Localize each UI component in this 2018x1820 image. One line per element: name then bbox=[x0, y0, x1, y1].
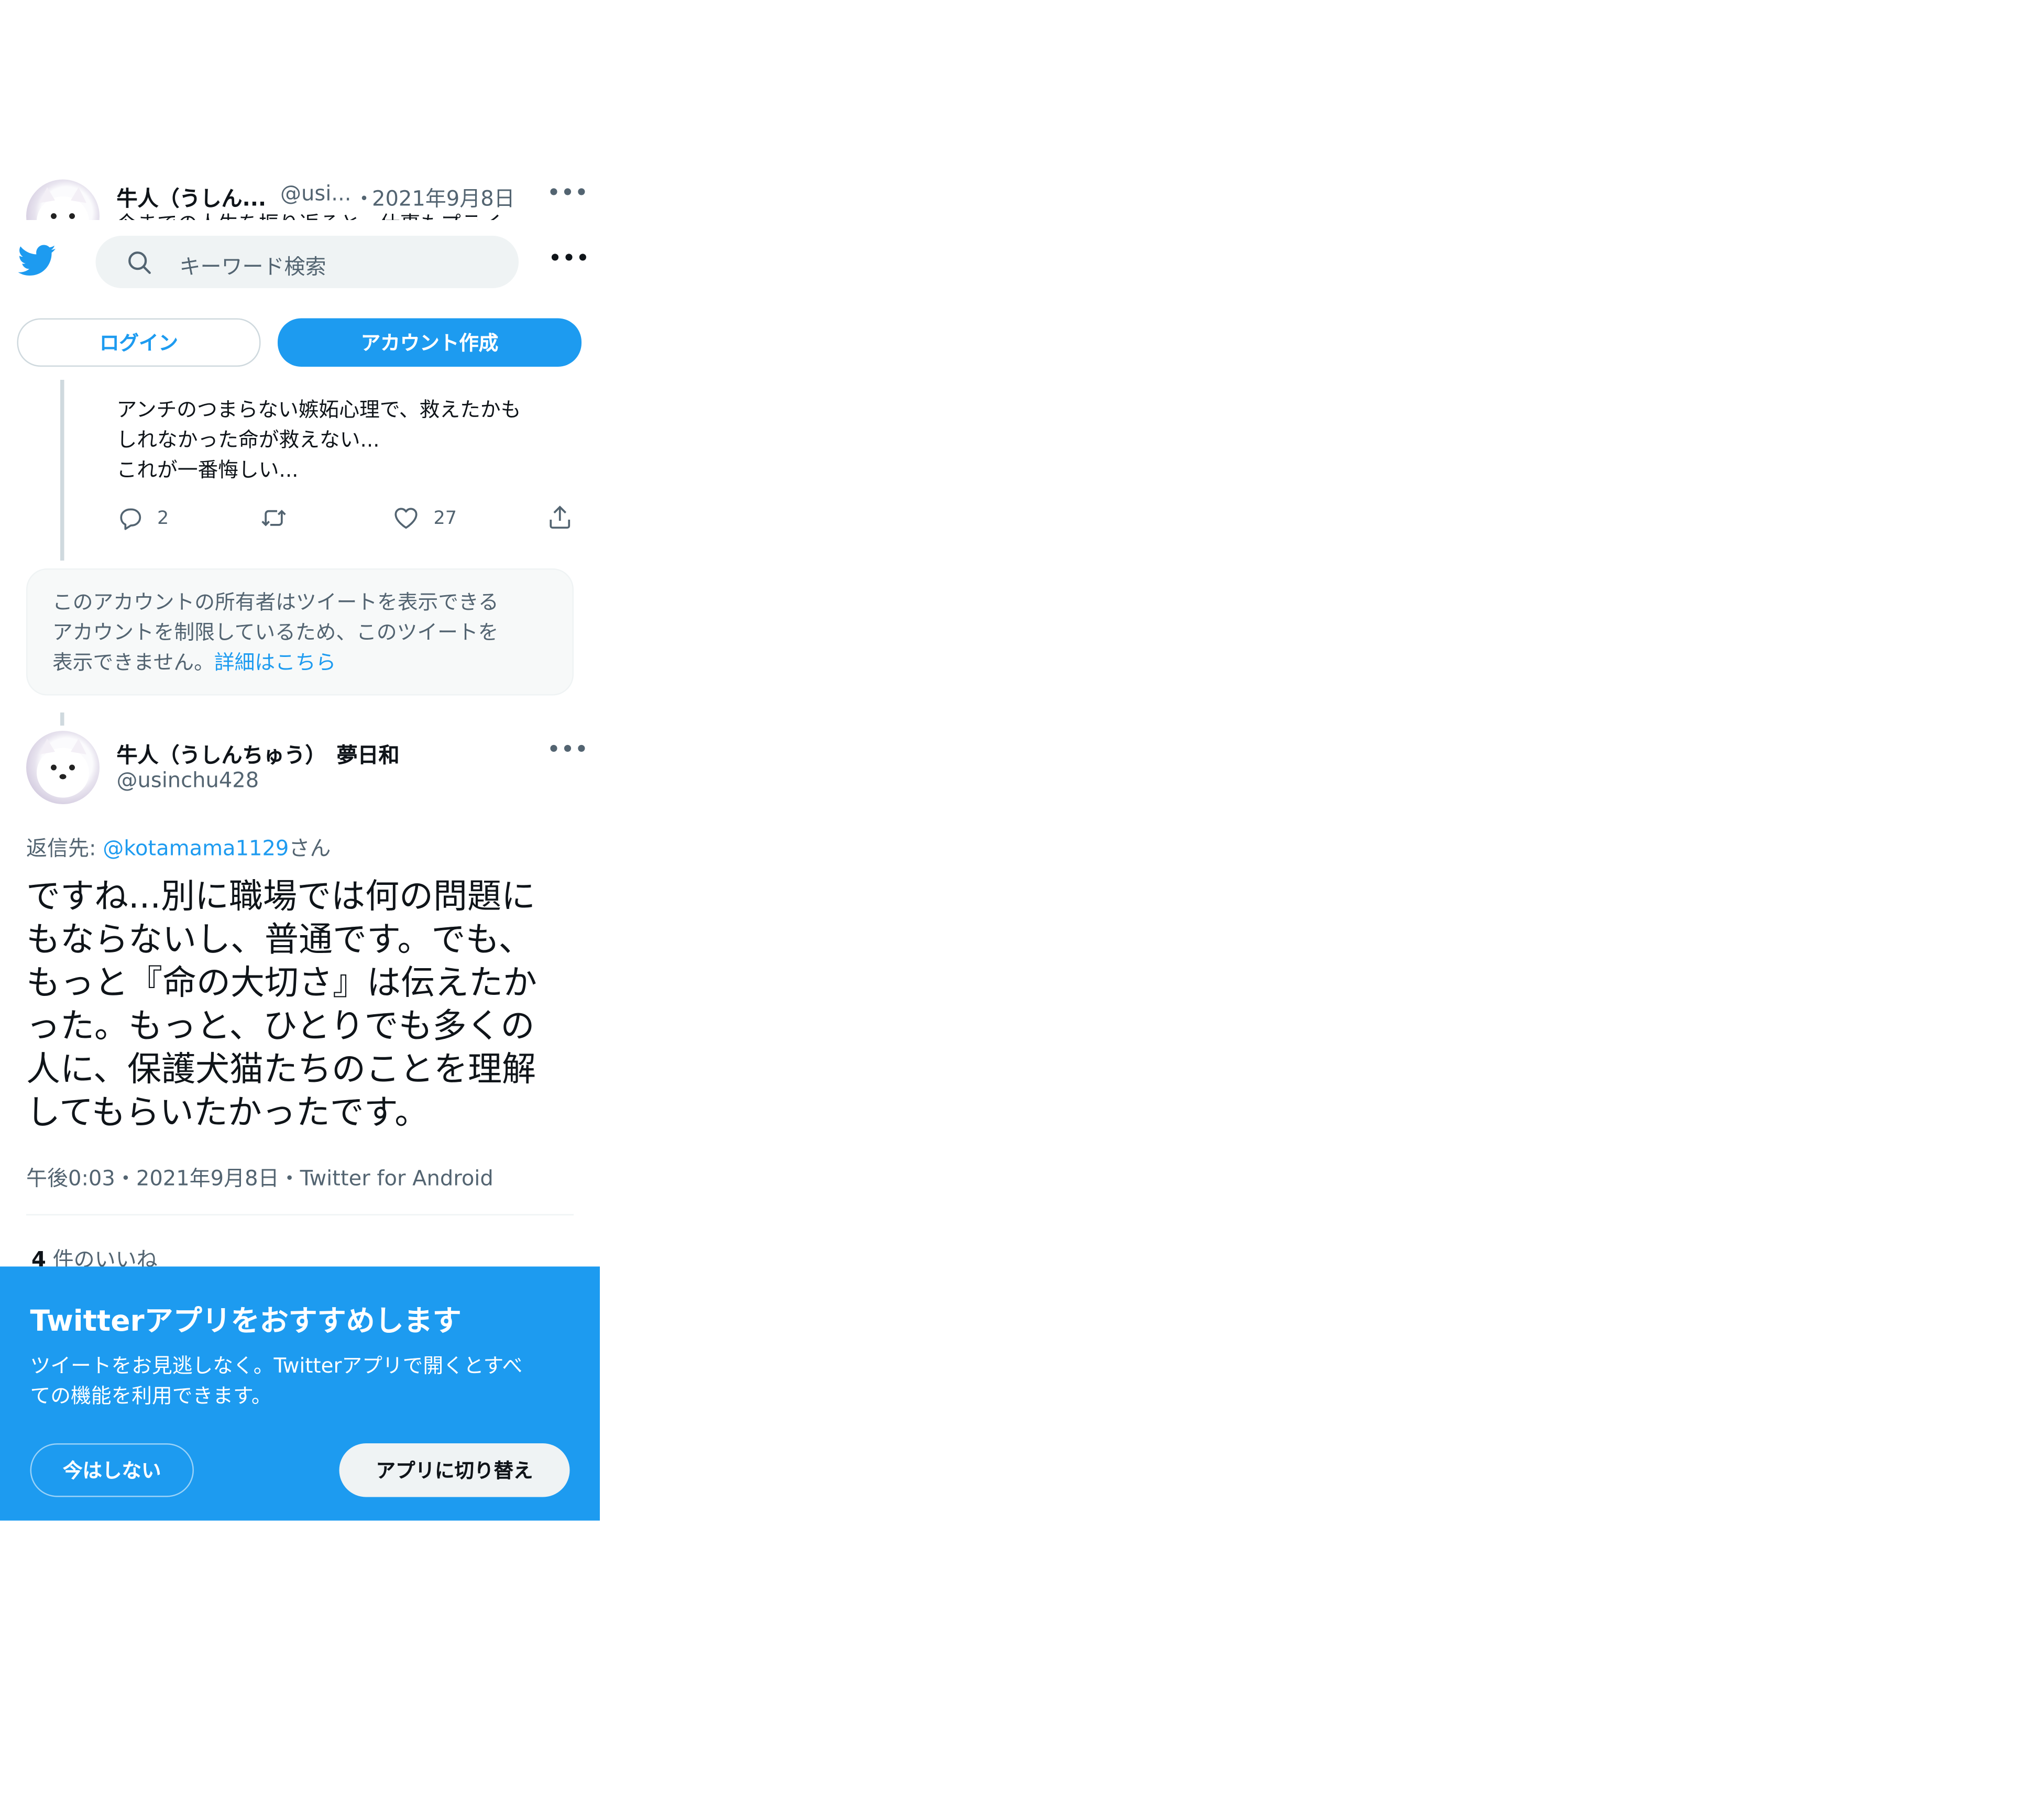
thread-line bbox=[60, 380, 64, 561]
search-icon bbox=[128, 251, 151, 274]
search-bar[interactable]: キーワード検索 bbox=[95, 236, 519, 288]
parent-author-handle[interactable]: @usi... bbox=[280, 181, 351, 206]
app-promo-banner: Twitterアプリをおすすめします ツイートをお見逃しなく。Twitterアプ… bbox=[0, 1266, 600, 1521]
app-promo-body: ツイートをお見逃しなく。Twitterアプリで開くとすべ ての機能を利用できます… bbox=[30, 1354, 523, 1408]
restricted-notice: このアカウントの所有者はツイートを表示できる アカウントを制限しているため、この… bbox=[26, 568, 574, 696]
divider bbox=[26, 1214, 574, 1215]
tweet-time[interactable]: 午後0:03 bbox=[26, 1166, 115, 1191]
tweet-date[interactable]: 2021年9月8日 bbox=[136, 1166, 279, 1191]
author-avatar[interactable] bbox=[26, 731, 100, 804]
parent-tweet-text: アンチのつまらない嫉妬心理で、救えたかも しれなかった命が救えない... これが… bbox=[116, 398, 521, 482]
reply-count: 2 bbox=[157, 507, 169, 529]
parent-tweet-cut-line: た。 bbox=[117, 366, 158, 380]
thread-line-lower bbox=[60, 712, 64, 726]
twitter-bird-icon[interactable] bbox=[18, 245, 57, 282]
like-action[interactable]: 27 bbox=[392, 505, 457, 532]
share-icon[interactable] bbox=[546, 503, 574, 537]
retweet-action[interactable] bbox=[259, 505, 288, 532]
app-promo-title: Twitterアプリをおすすめします bbox=[30, 1306, 462, 1339]
parent-author-name[interactable]: 牛人（うしん... bbox=[117, 181, 267, 212]
login-button[interactable]: ログイン bbox=[17, 318, 261, 367]
tweet-meta: 午後0:03・2021年9月8日・Twitter for Android bbox=[26, 1160, 493, 1192]
reply-action[interactable]: 2 bbox=[117, 505, 169, 532]
signup-button[interactable]: アカウント作成 bbox=[278, 318, 582, 367]
reply-to-link[interactable]: @kotamama1129 bbox=[103, 836, 289, 861]
author-handle[interactable]: @usinchu428 bbox=[117, 768, 259, 793]
parent-more-icon[interactable]: ••• bbox=[547, 181, 589, 204]
reply-context: 返信先: @kotamama1129さん bbox=[26, 830, 331, 862]
retweet-icon bbox=[261, 509, 286, 527]
reply-suffix: さん bbox=[289, 836, 331, 861]
screen: 牛人（うしん... @usi... ・ 2021年9月8日 ••• 今までの人生… bbox=[0, 0, 600, 1820]
learn-more-link[interactable]: 詳細はこちら bbox=[214, 651, 336, 675]
dog-avatar-icon bbox=[37, 739, 89, 798]
parent-tweet-date[interactable]: 2021年9月8日 bbox=[372, 181, 515, 212]
meta-separator: ・ bbox=[279, 1166, 300, 1191]
restricted-notice-text: このアカウントの所有者はツイートを表示できる アカウントを制限しているため、この… bbox=[52, 588, 563, 679]
tweet-more-icon[interactable]: ••• bbox=[547, 738, 589, 761]
twitter-mobile-page: 牛人（うしん... @usi... ・ 2021年9月8日 ••• 今までの人生… bbox=[0, 0, 600, 1820]
not-now-button[interactable]: 今はしない bbox=[30, 1443, 194, 1497]
like-count: 27 bbox=[433, 507, 457, 529]
top-header: キーワード検索 ••• ログイン アカウント作成 bbox=[0, 220, 600, 377]
reply-icon bbox=[120, 508, 141, 530]
meta-separator: ・ bbox=[115, 1166, 136, 1191]
reply-prefix: 返信先: bbox=[26, 836, 103, 861]
tweet-text: ですね...別に職場では何の問題に もならないし、普通です。でも、 もっと『命の… bbox=[26, 878, 538, 1133]
header-more-icon[interactable]: ••• bbox=[549, 246, 590, 270]
switch-to-app-button[interactable]: アプリに切り替え bbox=[339, 1443, 570, 1497]
author-name[interactable]: 牛人（うしんちゅう） 夢日和 bbox=[117, 738, 400, 769]
tweet-client[interactable]: Twitter for Android bbox=[300, 1166, 493, 1191]
search-input[interactable]: キーワード検索 bbox=[180, 249, 326, 280]
heart-icon bbox=[394, 508, 418, 529]
